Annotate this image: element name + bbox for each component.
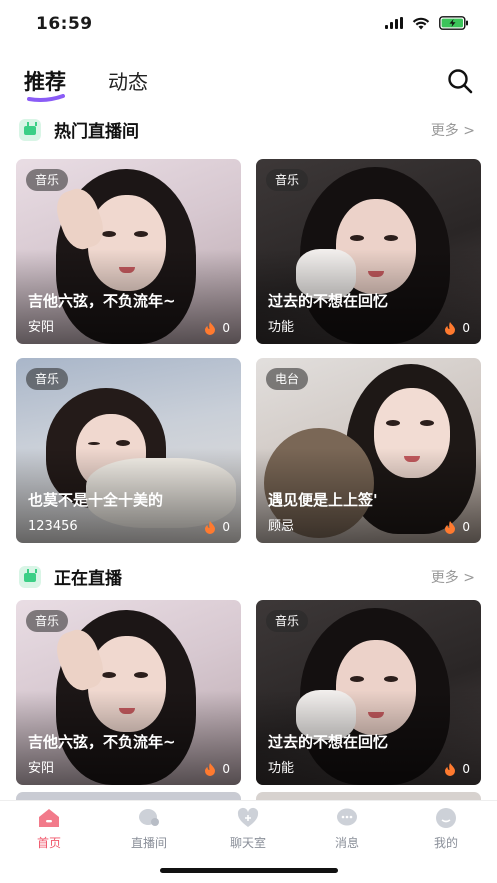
- flame-icon: [445, 763, 456, 776]
- nav-label: 消息: [334, 836, 359, 850]
- card-title: 过去的不想在回忆: [268, 292, 389, 310]
- card-category-tag: 音乐: [26, 169, 69, 191]
- card-host-name: 功能: [268, 320, 295, 335]
- tv-icon: [19, 566, 41, 588]
- live-card[interactable]: 音乐 吉他六弦，不负流年~ 安阳 0: [16, 159, 241, 344]
- status-bar: 16:59: [0, 0, 497, 48]
- section-header-live-now: 正在直播 更多 >: [0, 561, 497, 593]
- live-card[interactable]: 音乐 吉他六弦，不负流年~ 安阳 0: [16, 600, 241, 785]
- flame-icon: [205, 521, 216, 534]
- card-host-name: 安阳: [28, 320, 55, 335]
- heat-count: 0: [222, 520, 230, 534]
- home-icon: [39, 809, 59, 827]
- profile-icon: [436, 808, 456, 828]
- status-time: 16:59: [36, 14, 93, 34]
- nav-label: 聊天室: [229, 836, 266, 850]
- nav-home[interactable]: 首页: [14, 807, 84, 851]
- nav-live-room[interactable]: 直播间: [114, 807, 184, 851]
- card-title: 也莫不是十全十美的: [28, 491, 164, 509]
- signal-icon: [385, 17, 403, 29]
- section-title: 热门直播间: [54, 122, 139, 142]
- card-category-tag: 音乐: [266, 610, 309, 632]
- live-card[interactable]: 电台 遇见便是上上签' 顾忌 0: [256, 358, 481, 543]
- card-host-name: 顾忌: [268, 519, 295, 534]
- card-category-tag: 电台: [266, 368, 309, 390]
- card-heat: 0: [203, 321, 230, 335]
- card-heat: 0: [443, 520, 470, 534]
- tab-active-indicator: [27, 94, 65, 102]
- nav-label: 直播间: [130, 836, 167, 850]
- card-category-tag: 音乐: [26, 610, 69, 632]
- more-link-live-now[interactable]: 更多 >: [431, 567, 475, 587]
- card-title: 过去的不想在回忆: [268, 733, 389, 751]
- section-header-hot: 热门直播间 更多 >: [0, 114, 497, 146]
- top-tab-bar: 推荐 动态: [0, 58, 497, 106]
- heat-count: 0: [222, 762, 230, 776]
- card-heat: 0: [443, 321, 470, 335]
- card-heat: 0: [443, 762, 470, 776]
- flame-icon: [445, 322, 456, 335]
- tab-dynamic[interactable]: 动态: [108, 66, 148, 95]
- card-heat: 0: [203, 762, 230, 776]
- card-category-tag: 音乐: [26, 368, 69, 390]
- card-title: 吉他六弦，不负流年~: [28, 292, 176, 310]
- nav-profile[interactable]: 我的: [411, 807, 481, 851]
- search-icon[interactable]: [445, 66, 475, 96]
- heat-count: 0: [462, 762, 470, 776]
- card-host-name: 安阳: [28, 761, 55, 776]
- card-title: 遇见便是上上签': [268, 491, 378, 509]
- more-link-hot[interactable]: 更多 >: [431, 120, 475, 140]
- live-room-icon: [139, 809, 159, 826]
- home-indicator: [160, 868, 338, 873]
- status-icons: [385, 16, 469, 30]
- nav-label: 我的: [433, 836, 458, 850]
- flame-icon: [205, 322, 216, 335]
- heat-count: 0: [462, 520, 470, 534]
- card-host-name: 123456: [28, 519, 78, 534]
- wifi-icon: [412, 17, 430, 30]
- section-title: 正在直播: [54, 569, 122, 589]
- tab-recommend[interactable]: 推荐: [24, 66, 66, 96]
- live-card[interactable]: 音乐 过去的不想在回忆 功能 0: [256, 159, 481, 344]
- card-host-name: 功能: [268, 761, 295, 776]
- card-heat: 0: [203, 520, 230, 534]
- chatroom-icon: [237, 807, 259, 827]
- live-card[interactable]: 音乐 过去的不想在回忆 功能 0: [256, 600, 481, 785]
- heat-count: 0: [222, 321, 230, 335]
- live-card[interactable]: 音乐 也莫不是十全十美的 123456 0: [16, 358, 241, 543]
- battery-charging-icon: [439, 16, 469, 30]
- tv-icon: [19, 119, 41, 141]
- flame-icon: [445, 521, 456, 534]
- flame-icon: [205, 763, 216, 776]
- card-category-tag: 音乐: [266, 169, 309, 191]
- nav-messages[interactable]: 消息: [312, 807, 382, 851]
- nav-chatroom[interactable]: 聊天室: [213, 807, 283, 851]
- message-icon: [337, 808, 357, 826]
- card-title: 吉他六弦，不负流年~: [28, 733, 176, 751]
- heat-count: 0: [462, 321, 470, 335]
- nav-label: 首页: [36, 836, 61, 850]
